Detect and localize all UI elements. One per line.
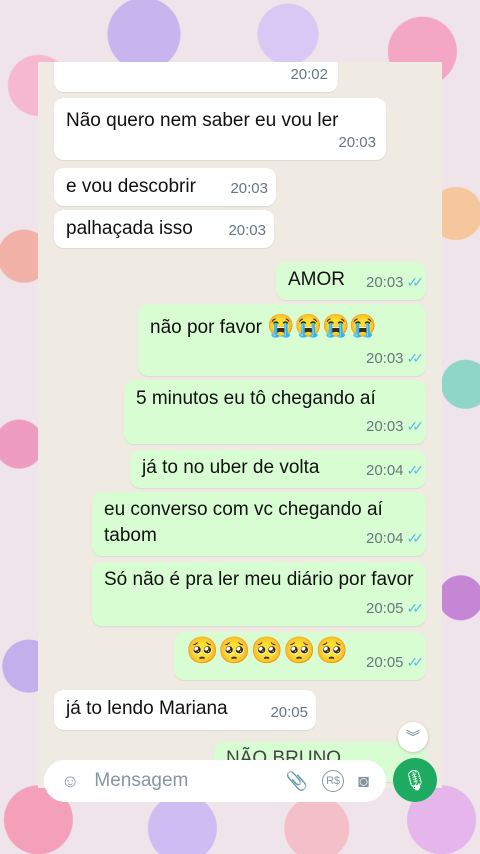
read-ticks-icon: ✓✓ bbox=[406, 600, 425, 616]
message-outgoing[interactable]: eu converso com vc chegando aí tabom 20:… bbox=[92, 492, 426, 556]
message-text: 5 minutos eu tô chegando aí bbox=[136, 388, 376, 409]
message-text: AMOR bbox=[288, 269, 345, 290]
message-time: 20:03 bbox=[338, 134, 376, 151]
message-outgoing[interactable]: 🥺🥺🥺🥺🥺 20:05 ✓✓ bbox=[174, 632, 426, 680]
message-text: já to no uber de volta bbox=[142, 457, 320, 478]
message-text: Não quero nem saber eu vou ler bbox=[66, 110, 339, 131]
message-composer[interactable]: ☺ Mensagem 📎 R$ ◙ bbox=[44, 760, 386, 802]
message-text: e vou descobrir bbox=[66, 176, 196, 197]
message-text: já to lendo Mariana bbox=[66, 698, 228, 719]
message-time: 20:02 bbox=[290, 66, 328, 83]
smiley-icon[interactable]: ☺ bbox=[61, 771, 79, 792]
double-chevron-down-icon: ︾ bbox=[406, 729, 420, 745]
message-outgoing[interactable]: 5 minutos eu tô chegando aí 20:03 ✓✓ bbox=[124, 380, 426, 444]
read-ticks-icon: ✓✓ bbox=[406, 350, 425, 366]
message-outgoing[interactable]: Só não é pra ler meu diário por favor 20… bbox=[92, 562, 426, 626]
message-incoming[interactable]: já to lendo Mariana 20:05 bbox=[54, 690, 316, 730]
scroll-down-button[interactable]: ︾ bbox=[398, 722, 428, 752]
message-outgoing[interactable]: não por favor 😭😭😭😭 20:03 ✓✓ bbox=[138, 304, 426, 376]
message-time: 20:05 bbox=[270, 704, 308, 721]
camera-icon[interactable]: ◙ bbox=[358, 771, 369, 792]
pleading-face-emoji: 🥺🥺🥺🥺🥺 bbox=[186, 635, 348, 665]
read-ticks-icon: ✓✓ bbox=[406, 418, 425, 434]
message-incoming[interactable]: 20:02 bbox=[54, 62, 338, 92]
message-incoming[interactable]: e vou descobrir 20:03 bbox=[54, 168, 276, 206]
read-ticks-icon: ✓✓ bbox=[406, 654, 425, 670]
message-incoming[interactable]: palhaçada isso 20:03 bbox=[54, 210, 274, 248]
message-time: 20:03 ✓✓ bbox=[365, 274, 425, 291]
read-ticks-icon: ✓✓ bbox=[406, 530, 425, 546]
chat-area[interactable]: 20:02 Não quero nem saber eu vou ler 20:… bbox=[38, 62, 442, 788]
message-incoming[interactable]: Não quero nem saber eu vou ler 20:03 bbox=[54, 98, 386, 160]
microphone-button[interactable]: 🎙 bbox=[393, 758, 437, 802]
message-text: não por favor bbox=[150, 317, 262, 338]
message-time: 20:05 ✓✓ bbox=[365, 600, 425, 617]
message-time: 20:03 bbox=[230, 180, 268, 197]
read-ticks-icon: ✓✓ bbox=[406, 462, 425, 478]
paperclip-icon[interactable]: 📎 bbox=[286, 771, 308, 792]
message-time: 20:03 ✓✓ bbox=[365, 350, 425, 367]
message-time: 20:04 ✓✓ bbox=[365, 530, 425, 547]
message-text: Só não é pra ler meu diário por favor bbox=[104, 569, 414, 590]
message-time: 20:03 ✓✓ bbox=[365, 418, 425, 435]
message-text: palhaçada isso bbox=[66, 218, 193, 239]
payment-icon[interactable]: R$ bbox=[322, 770, 345, 792]
crying-face-emoji: 😭😭😭😭 bbox=[267, 313, 377, 338]
message-time: 20:03 bbox=[228, 222, 266, 239]
message-time: 20:05 ✓✓ bbox=[365, 654, 425, 671]
message-outgoing[interactable]: AMOR 20:03 ✓✓ bbox=[276, 262, 426, 300]
message-input[interactable]: Mensagem bbox=[94, 770, 278, 792]
message-time: 20:04 ✓✓ bbox=[365, 462, 425, 479]
read-ticks-icon: ✓✓ bbox=[406, 274, 425, 290]
microphone-icon: 🎙 bbox=[402, 769, 428, 792]
message-outgoing[interactable]: já to no uber de volta 20:04 ✓✓ bbox=[130, 450, 426, 488]
